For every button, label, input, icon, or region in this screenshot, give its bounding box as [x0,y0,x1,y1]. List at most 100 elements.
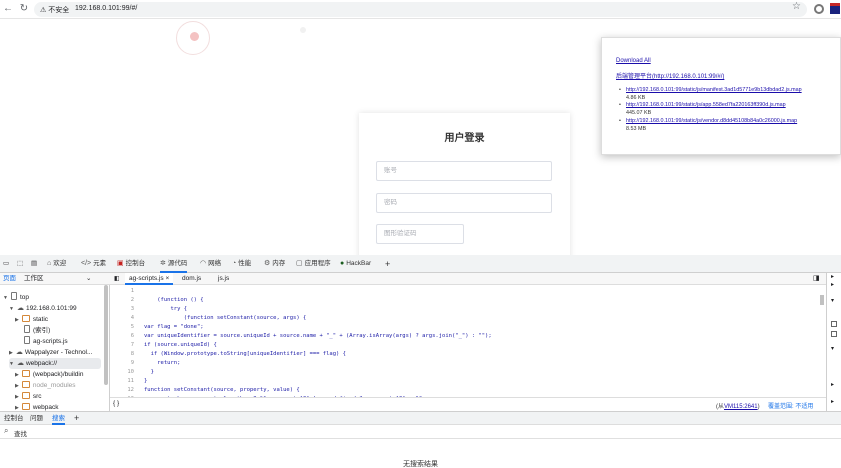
line-number[interactable]: 12 [127,386,134,395]
navigator-tabs: 页面 工作区 ⌄ [0,273,110,285]
code-line[interactable]: var uniqueIdentifier = source.uniqueId +… [144,332,492,341]
line-number[interactable]: 7 [131,341,134,350]
search-bar[interactable]: ⌕ 查找 [0,425,841,439]
source-origin-prefix: (从 [716,404,724,410]
tree-item-static[interactable]: ▶ static [15,314,48,325]
code-line[interactable]: } [144,368,154,377]
editor-scrollbar[interactable] [820,295,824,305]
download-item: http://192.168.0.101:99/static/js/manife… [619,87,802,101]
line-number[interactable]: 4 [131,314,134,323]
editor-tab-dom[interactable]: dom.js [182,273,201,285]
chevron-down-icon[interactable]: ⌄ [86,273,91,285]
checkbox[interactable] [831,321,837,327]
bookmark-star-icon[interactable]: ☆ [792,1,801,12]
tree-item-wappalyzer[interactable]: ▶ ☁ Wappalyzer - Technol... [9,347,92,358]
editor-tab-ag-scripts[interactable]: ag-scripts.js × [125,273,174,285]
download-item-size: 4.86 KB [626,94,646,101]
coverage-status[interactable]: 覆盖范围: 不适用 [768,401,813,410]
address-bar[interactable]: ⚠ 不安全 192.168.0.101:99/#/ [34,2,807,17]
tree-item-webpack[interactable]: ▼ ☁ webpack:// [9,358,101,369]
tab-performance[interactable]: ◔ 性能 [232,255,251,273]
download-all-link[interactable]: Download All [616,58,651,64]
tree-item-index[interactable]: (索引) [24,325,50,336]
code-line[interactable]: if (Window.prototype.toString[uniqueIden… [144,350,346,359]
tree-label: (webpack)/buildin [32,371,84,378]
pretty-print-button[interactable]: { } [113,400,119,407]
search-input[interactable]: 查找 [14,428,27,438]
back-icon[interactable]: ← [2,3,14,15]
inspect-icon[interactable]: ⬚ [17,255,23,273]
tab-memory[interactable]: ⚙ 内存 [264,255,285,273]
tab-welcome[interactable]: ⌂ 欢迎 [47,255,66,273]
device-toolbar-icon[interactable]: ▭ [3,255,9,273]
drawer-icon[interactable]: ▤ [31,255,37,273]
editor-tab-js[interactable]: js.js [218,273,229,285]
add-tab-button[interactable]: + [385,255,390,273]
tree-item-src[interactable]: ▶ src [15,391,42,402]
tree-label: node_modules [32,382,76,389]
cloud-icon: ☁ [15,349,23,356]
download-item-link[interactable]: http://192.168.0.101:99/static/js/manife… [626,87,802,93]
username-input[interactable]: 账号 [376,161,552,181]
tree-label: 192.168.0.101:99 [25,305,77,312]
code-line[interactable]: return; [144,359,180,368]
app-icon: ▢ [296,260,303,267]
tree-item-ag-scripts[interactable]: ag-scripts.js [24,336,68,347]
download-item-link[interactable]: http://192.168.0.101:99/static/js/vendor… [626,118,797,124]
line-number[interactable]: 1 [131,287,134,296]
panel-marker: ▸ [831,282,835,288]
line-number[interactable]: 10 [127,368,134,377]
line-number[interactable]: 5 [131,323,134,332]
drawer-tab-search[interactable]: 搜索 [52,412,65,425]
tab-application[interactable]: ▢ 应用程序 [296,255,331,273]
line-number[interactable]: 6 [131,332,134,341]
password-input[interactable]: 密码 [376,193,552,213]
tab-label: 内存 [272,260,286,267]
extension-icon[interactable] [814,4,824,14]
code-line[interactable]: (function () { [144,296,203,305]
navigator-scrollbar[interactable] [104,285,108,385]
site-link[interactable]: 后端管理平台(http://192.168.0.101:99/#/) [616,71,724,80]
line-number[interactable]: 11 [127,377,134,386]
add-drawer-tab-button[interactable]: + [74,412,79,425]
code-line[interactable]: } [144,377,147,386]
drawer-tab-console[interactable]: 控制台 [4,412,24,425]
home-icon: ⌂ [47,260,52,267]
line-number[interactable]: 9 [131,359,134,368]
tab-label: HackBar [346,260,372,267]
tab-sources[interactable]: ✲ 源代码 [160,255,188,273]
checkbox[interactable] [831,331,837,337]
code-line[interactable]: function setConstant(source, property, v… [144,386,300,395]
toggle-debugger-icon[interactable]: ◨ [813,273,820,285]
tab-elements[interactable]: </> 元素 [81,255,106,273]
tree-item-top[interactable]: ▼ top [3,292,29,303]
captcha-input[interactable]: 图形验证码 [376,224,464,244]
code-line[interactable]: (function setConstant(source, args) { [144,314,307,323]
tab-workspace[interactable]: 工作区 [24,273,44,285]
source-origin-link[interactable]: VM115:2641 [724,404,758,410]
reload-icon[interactable]: ↻ [18,3,30,15]
decor-dot [190,32,199,41]
devtools-tab-bar: ▭ ⬚ ▤ ⌂ 欢迎 </> 元素 ▣ 控制台 ✲ 源代码 ◠ 网络 ◔ 性能 ⚙ 内存 ▢ 应… [0,255,841,273]
code-line[interactable]: try { [144,305,187,314]
tree-item-node-modules[interactable]: ▶ node_modules [15,380,76,391]
tab-page[interactable]: 页面 [3,273,16,285]
tab-hackbar[interactable]: ● HackBar [340,255,371,273]
search-icon: ⌕ [4,426,9,435]
drawer-tab-issues[interactable]: 问题 [30,412,43,425]
warning-icon: ⚠ [40,7,47,14]
tree-item-host[interactable]: ▼ ☁ 192.168.0.101:99 [9,303,77,314]
tree-item-buildin[interactable]: ▶ (webpack)/buildin [15,369,83,380]
security-warning[interactable]: ⚠ 不安全 [40,5,69,15]
download-item-link[interactable]: http://192.168.0.101:99/static/js/app.55… [626,102,786,108]
line-number[interactable]: 2 [131,296,134,305]
toggle-navigator-icon[interactable]: ◧ [114,273,120,285]
tab-network[interactable]: ◠ 网络 [200,255,221,273]
line-number[interactable]: 8 [131,350,134,359]
profile-extension-icon[interactable] [830,3,840,14]
code-line[interactable]: if (source.uniqueId) { [144,341,217,350]
editor-tab-label: ag-scripts.js [129,275,164,282]
line-number[interactable]: 3 [131,305,134,314]
code-line[interactable]: var flag = "done"; [144,323,204,332]
tab-console[interactable]: ▣ 控制台 [117,255,145,273]
